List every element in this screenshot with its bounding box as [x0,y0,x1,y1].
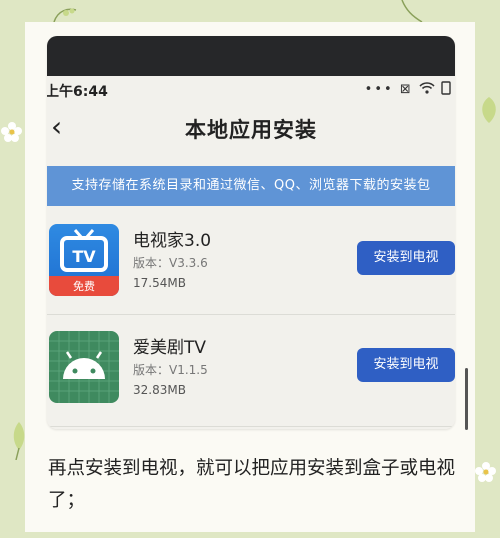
flower-decoration-icon [1,122,22,142]
list-item: 爱美剧TV 版本：V1.1.5 32.83MB 安装到电视 [47,321,455,417]
install-to-tv-button[interactable]: 安装到电视 [357,241,455,275]
scrollbar[interactable] [465,368,468,430]
svg-text:TV: TV [72,247,96,266]
list-item: TV 免费 电视家3.0 版本：V3.3.6 17.54MB 安装到电视 [47,214,455,310]
signal-dots-icon: ••• [364,82,394,97]
app-size: 17.54MB [133,276,186,290]
battery-icon [441,81,451,95]
free-badge: 免费 [73,280,95,293]
app-name: 爱美剧TV [133,338,207,358]
page-title: 本地应用安装 [185,118,317,142]
phone-screenshot: 上午6:44 ••• ⊠ ‹ 本地应用安装 支持存储在系统目录和通过微信、QQ、… [47,36,455,429]
caption-text: 再点安装到电视，就可以把应用安装到盒子或电视了； [48,458,456,511]
navigation-bar: ‹ 本地应用安装 [47,104,455,152]
phone-screen: 上午6:44 ••• ⊠ ‹ 本地应用安装 支持存储在系统目录和通过微信、QQ、… [47,76,455,429]
android-icon[interactable] [49,331,119,403]
status-icons: ••• ⊠ [365,81,451,97]
app-version: 版本：V1.1.5 [133,363,208,377]
info-banner: 支持存储在系统目录和通过微信、QQ、浏览器下载的安装包 [47,166,455,206]
divider [47,426,455,427]
status-time: 上午6:44 [47,84,108,100]
wifi-icon [419,82,435,94]
photo-top-edge [47,36,455,76]
app-name: 电视家3.0 [133,231,212,251]
install-to-tv-button[interactable]: 安装到电视 [357,348,455,382]
leaf-decoration-icon [482,97,496,123]
app-size: 32.83MB [133,383,186,397]
flower-decoration-icon [475,462,496,482]
x-box-icon: ⊠ [399,82,413,97]
tv-app-icon[interactable]: TV 免费 [49,224,119,296]
app-version: 版本：V3.3.6 [133,256,208,270]
divider [47,314,455,315]
status-bar: 上午6:44 ••• ⊠ [47,76,455,104]
